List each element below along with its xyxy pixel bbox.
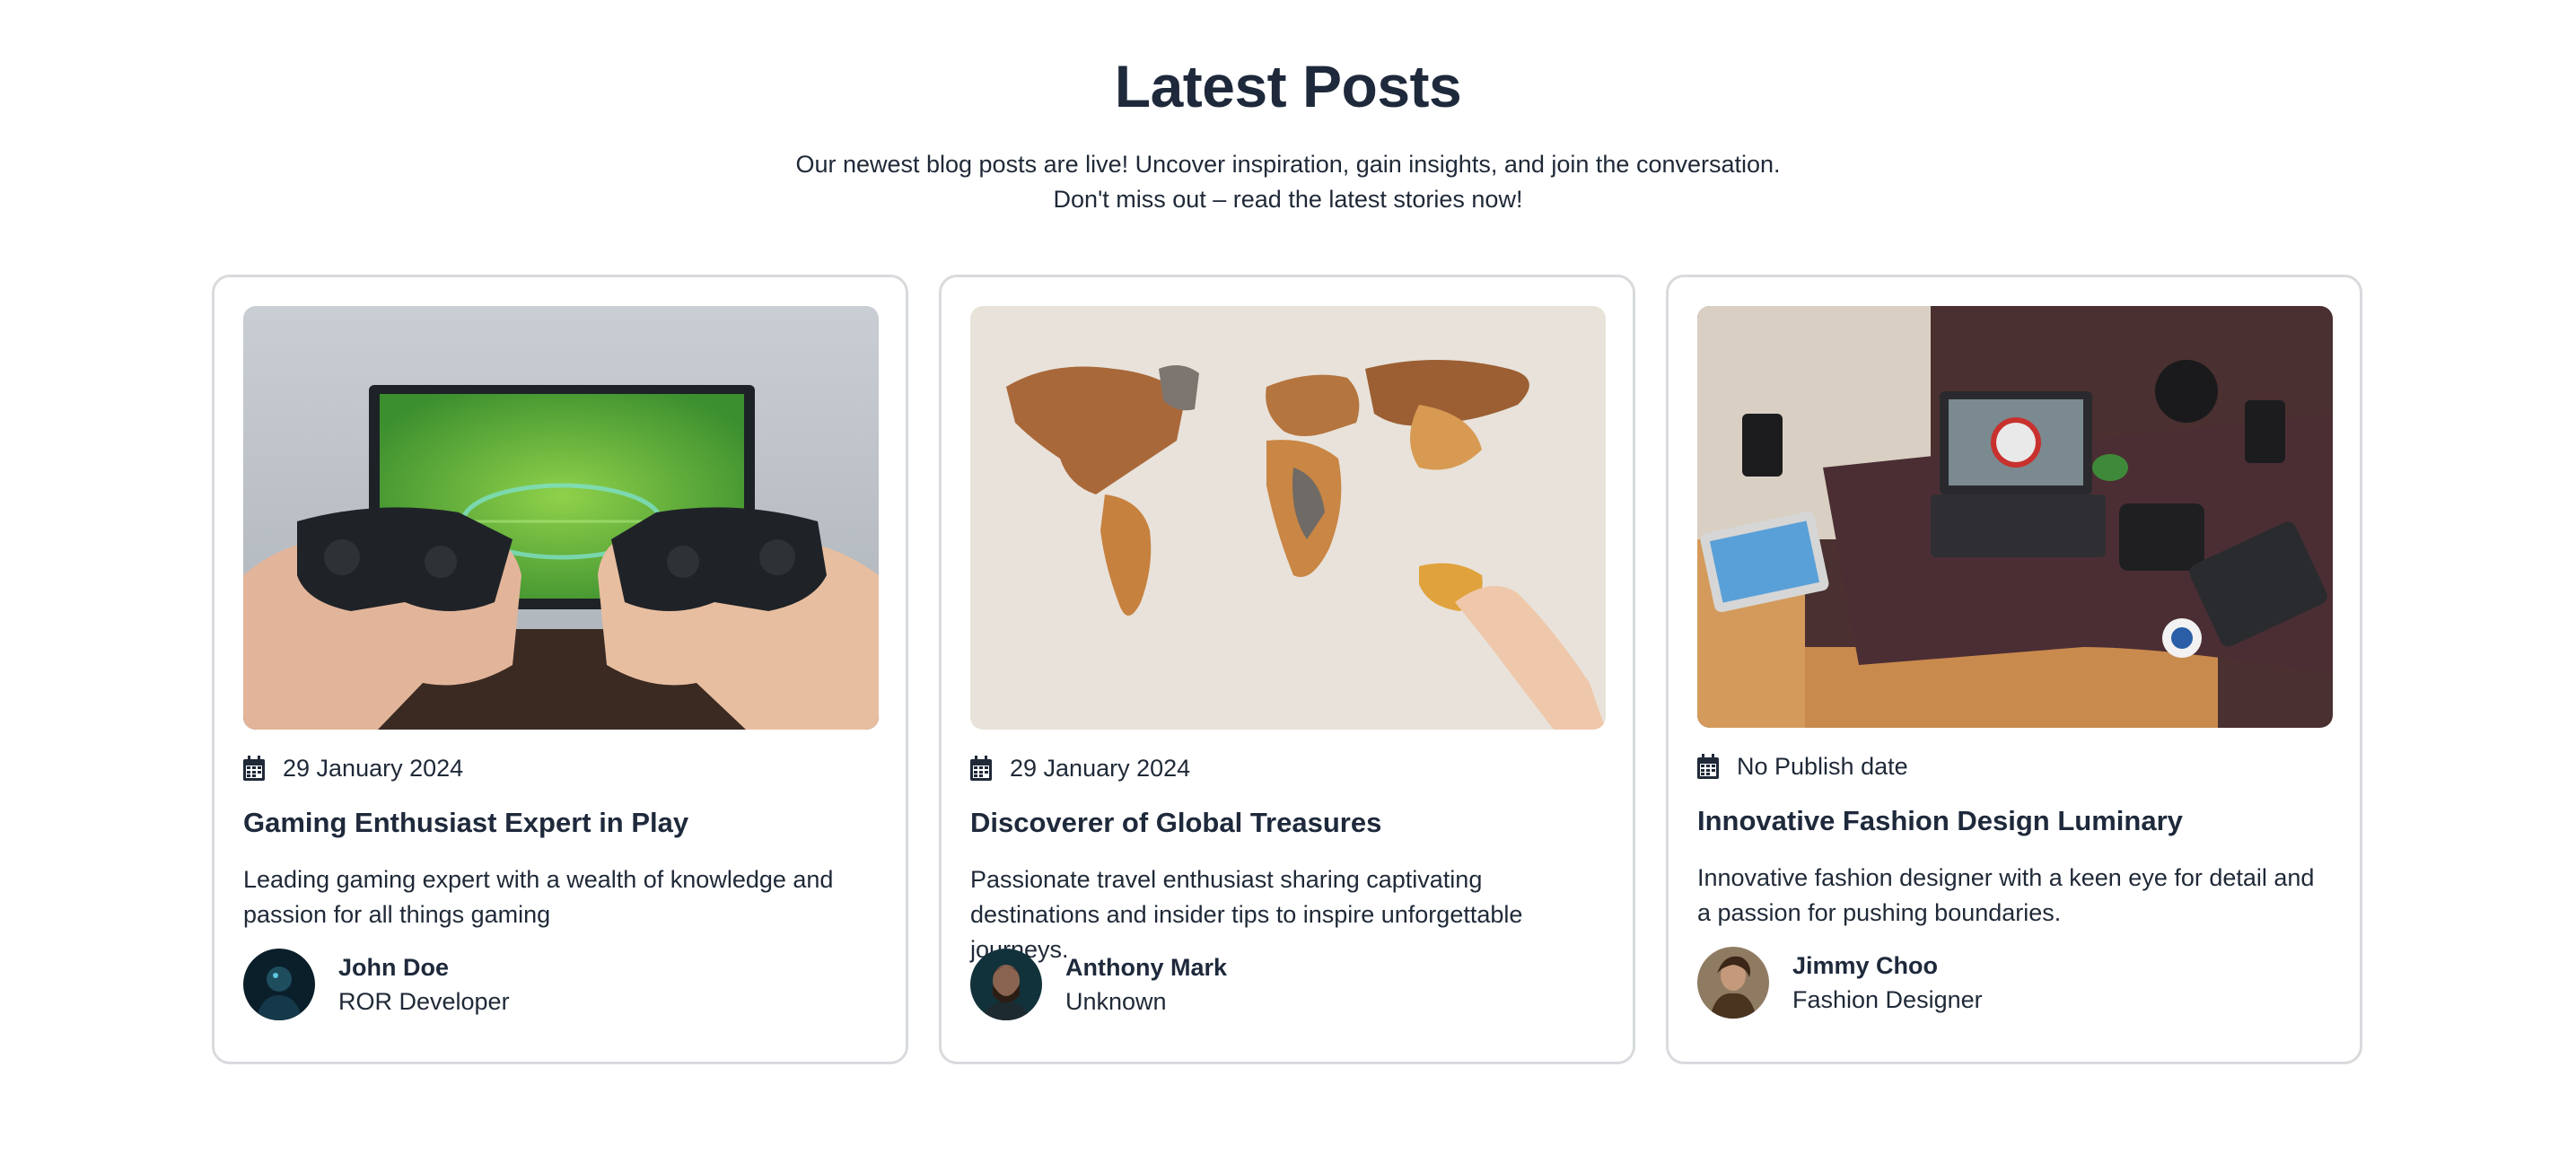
latest-posts-section: Latest Posts Our newest blog posts are l…: [0, 0, 2576, 1172]
author-name: John Doe: [338, 954, 450, 981]
post-author: John Doe ROR Developer: [243, 949, 510, 1020]
post-date-text: 29 January 2024: [1010, 754, 1191, 782]
post-image-world-map[interactable]: [970, 306, 1606, 730]
post-card[interactable]: 29 January 2024 Gaming Enthusiast Expert…: [212, 275, 908, 1064]
subtitle-line: Our newest blog posts are live! Uncover …: [795, 151, 1781, 178]
post-date-text: No Publish date: [1737, 752, 1908, 780]
post-card[interactable]: 29 January 2024 Discoverer of Global Tre…: [939, 275, 1635, 1064]
post-image-desk[interactable]: [1697, 306, 2333, 728]
post-description: Leading gaming expert with a wealth of k…: [243, 866, 834, 928]
section-title: Latest Posts: [1114, 53, 1462, 119]
author-name: Anthony Mark: [1065, 954, 1228, 981]
post-date: 29 January 2024: [970, 753, 1190, 783]
post-date-text: 29 January 2024: [283, 754, 464, 782]
author-name: Jimmy Choo: [1792, 952, 1939, 979]
calendar-icon: [970, 756, 992, 781]
post-date: No Publish date: [1697, 751, 1908, 782]
post-image-gaming[interactable]: [243, 306, 879, 730]
author-role: ROR Developer: [338, 988, 510, 1015]
post-title[interactable]: Innovative Fashion Design Luminary: [1697, 805, 2183, 837]
avatar: [1697, 947, 1769, 1019]
post-title[interactable]: Gaming Enthusiast Expert in Play: [243, 807, 688, 839]
author-role: Unknown: [1065, 988, 1167, 1015]
calendar-icon: [243, 756, 265, 781]
post-author: Anthony Mark Unknown: [970, 949, 1227, 1020]
post-title[interactable]: Discoverer of Global Treasures: [970, 807, 1381, 839]
author-role: Fashion Designer: [1792, 986, 1983, 1013]
subtitle-line: Don't miss out – read the latest stories…: [1053, 186, 1523, 213]
avatar: [970, 949, 1042, 1020]
section-subtitle: Our newest blog posts are live! Uncover …: [0, 147, 2576, 217]
posts-grid: 29 January 2024 Gaming Enthusiast Expert…: [212, 275, 2362, 1064]
post-date: 29 January 2024: [243, 753, 463, 783]
calendar-icon: [1697, 754, 1719, 779]
post-card[interactable]: No Publish date Innovative Fashion Desig…: [1666, 275, 2362, 1064]
avatar: [243, 949, 315, 1020]
post-author: Jimmy Choo Fashion Designer: [1697, 947, 1983, 1019]
post-description: Innovative fashion designer with a keen …: [1697, 864, 2315, 926]
